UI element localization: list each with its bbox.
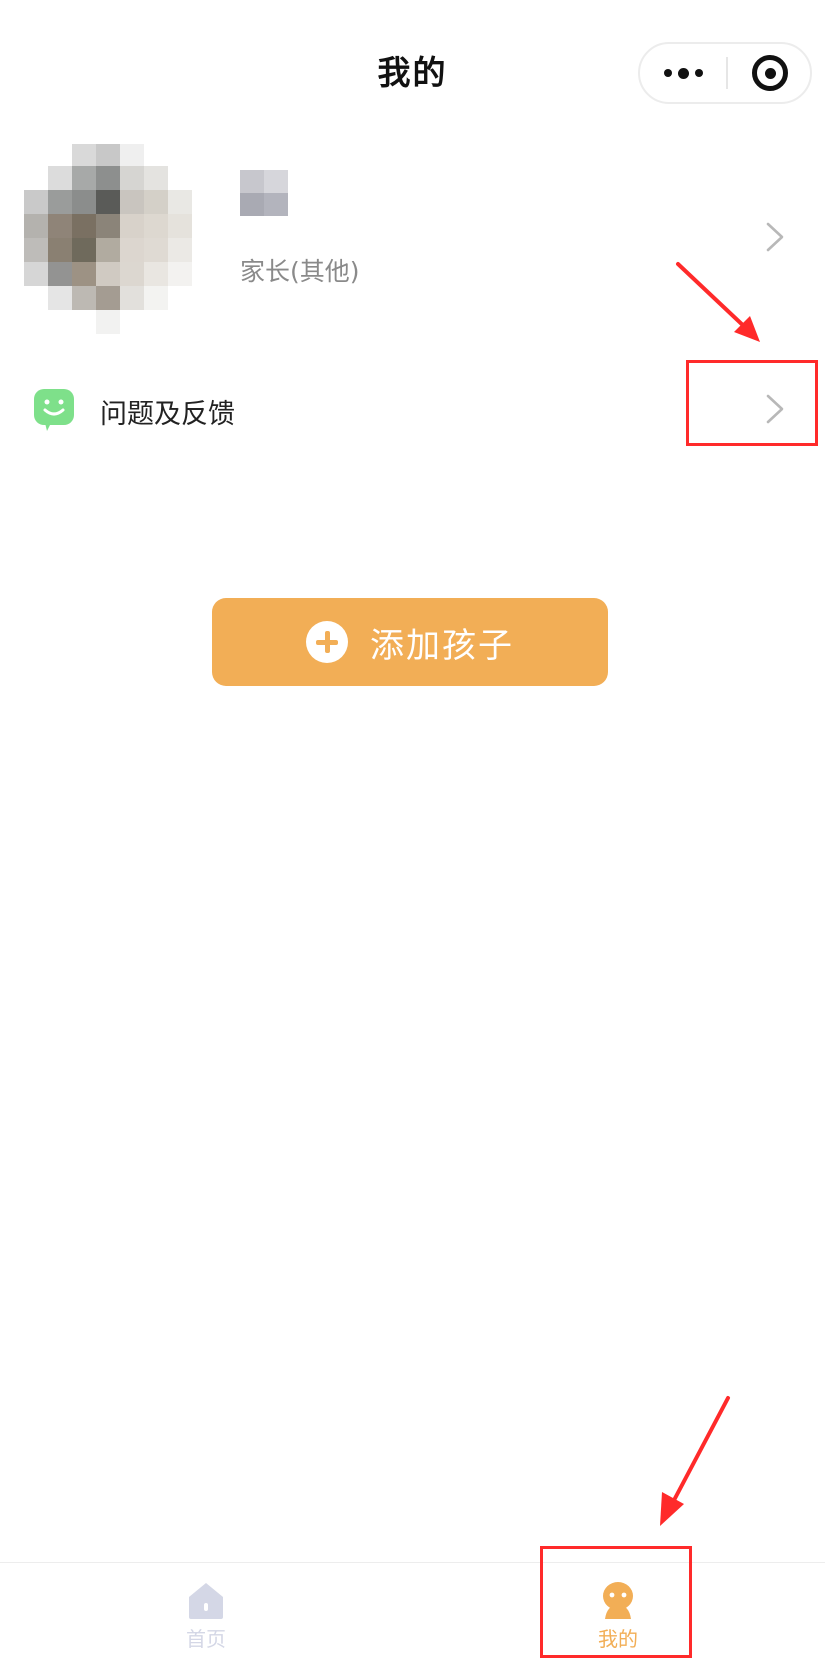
feedback-face-icon (34, 389, 74, 431)
annotation-arrow-mine-tab (660, 1396, 730, 1526)
more-button[interactable] (640, 44, 726, 102)
close-mini-program-button[interactable] (728, 44, 812, 102)
add-child-label: 添加孩子 (370, 625, 514, 666)
bottom-tab-bar: 首页 我的 (0, 1562, 825, 1660)
home-icon (189, 1583, 223, 1619)
profile-card[interactable]: 家长(其他) (0, 140, 825, 335)
user-icon (603, 1582, 633, 1619)
tab-home-label: 首页 (186, 1627, 226, 1651)
feedback-label: 问题及反馈 (100, 399, 235, 430)
feedback-menu-item[interactable]: 问题及反馈 (0, 362, 825, 458)
username-blurred (240, 170, 288, 216)
user-role: 家长(其他) (240, 257, 360, 286)
mini-program-capsule (638, 42, 812, 104)
add-child-button[interactable]: 添加孩子 (212, 598, 608, 686)
tab-mine-label: 我的 (598, 1627, 638, 1651)
avatar (24, 144, 192, 334)
more-dots-icon (661, 67, 706, 79)
chevron-right-icon (766, 394, 784, 424)
tab-home[interactable]: 首页 (0, 1563, 412, 1660)
tab-mine[interactable]: 我的 (412, 1563, 824, 1660)
navigation-header: 我的 (0, 0, 825, 150)
chevron-right-icon (766, 222, 784, 252)
plus-circle-icon (306, 621, 348, 663)
target-circle-icon (752, 55, 788, 91)
